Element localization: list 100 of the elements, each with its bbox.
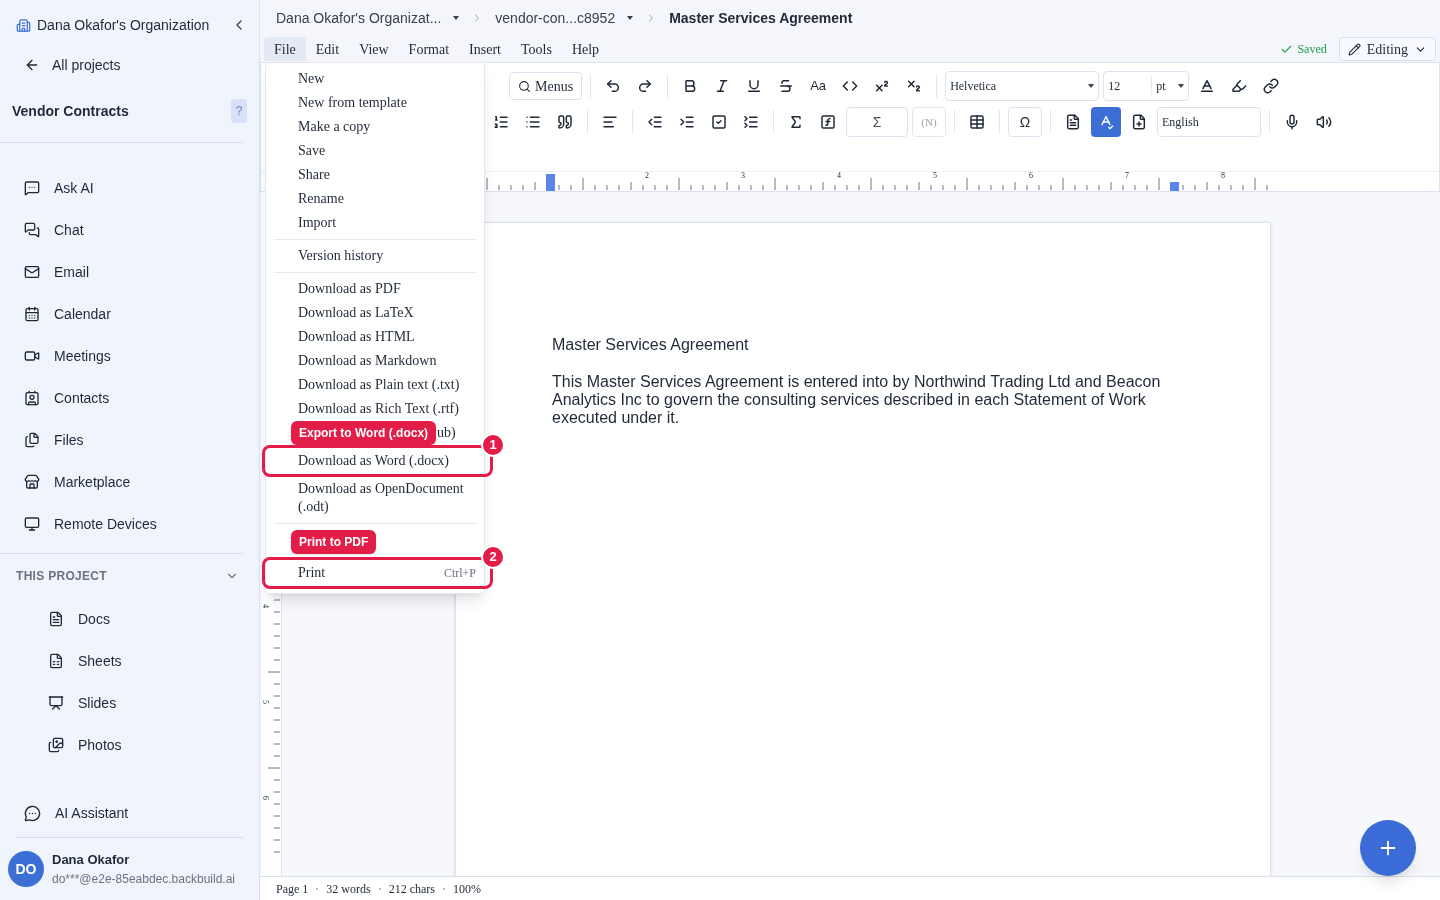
menu-item[interactable]: New [274, 67, 476, 91]
speech-bubble-icon [24, 180, 40, 196]
ruler-label: 4 [837, 172, 841, 180]
sidebar-item[interactable]: Meetings [0, 335, 259, 377]
menu-item[interactable]: Import [274, 211, 476, 235]
ruler-label: 6 [261, 796, 269, 800]
contact-card-icon [24, 390, 40, 406]
menu-item[interactable]: Save [274, 139, 476, 163]
menu-item[interactable]: Download as HTML [274, 325, 476, 349]
sidebar-item[interactable]: Files [0, 419, 259, 461]
document-paragraph: This Master Services Agreement is entered into by Northwind Trading Ltd and Beacon Analytics Inc to govern the consulting services described in each Statement of Work executed under it. [552, 373, 1162, 427]
chat-icon [24, 222, 40, 238]
margin-marker[interactable] [1170, 182, 1179, 191]
caret-icon [453, 16, 460, 20]
ruler-label: 5 [933, 172, 937, 180]
ruler-label: 5 [261, 700, 269, 704]
menu-item[interactable]: Print Ctrl+P [274, 561, 476, 585]
caret-icon [627, 16, 634, 20]
breadcrumb-item[interactable]: Master Services Agreement [669, 7, 853, 29]
user-name: Dana Okafor [52, 851, 131, 870]
sidebar-item[interactable]: Contacts [0, 377, 259, 419]
menu-tab[interactable]: Edit [305, 37, 350, 61]
menu-item[interactable]: Download as Plain text (.txt) [274, 373, 476, 397]
sidebar-item[interactable]: Slides [0, 682, 259, 724]
caret-icon [1178, 84, 1185, 88]
user-avatar: DO [8, 851, 44, 887]
sidebar-item[interactable]: Email [0, 251, 259, 293]
callout-label: Print to PDF [291, 530, 377, 554]
sum-button[interactable]: Σ [846, 107, 908, 137]
step-number: 1 [481, 433, 505, 457]
section-header[interactable]: THIS PROJECT [0, 554, 259, 598]
search-icon [518, 79, 531, 93]
photos-icon [48, 737, 64, 753]
sidebar-item[interactable]: Calendar [0, 293, 259, 335]
sidebar-item[interactable]: Marketplace [0, 461, 259, 503]
menu-tab[interactable]: Insert [459, 37, 511, 61]
monitor-icon [24, 516, 40, 532]
menu-item[interactable]: Download as Markdown [274, 349, 476, 373]
speech-bubble-icon [24, 804, 41, 822]
document-icon [48, 611, 64, 627]
breadcrumb-item[interactable]: vendor-con...c8952 [495, 7, 616, 29]
sidebar-item[interactable]: Docs [0, 598, 259, 640]
menu-item[interactable]: Download as Rich Text (.rtf) [274, 397, 476, 421]
menu-tab[interactable]: File [264, 37, 306, 61]
menu-item[interactable]: Download as Word (.docx) [274, 449, 476, 473]
project-title: Vendor Contracts [12, 101, 129, 121]
store-icon [24, 474, 40, 490]
ruler-label: 4 [261, 604, 269, 608]
menus-button[interactable]: Menus [509, 72, 583, 100]
ruler-label: 3 [741, 172, 745, 180]
menu-tab[interactable]: Tools [510, 37, 562, 61]
ai-assistant-link[interactable]: AI Assistant [0, 793, 259, 833]
sidebar-item[interactable]: Chat [0, 209, 259, 251]
video-camera-icon [24, 348, 40, 364]
mail-icon [24, 264, 40, 280]
menu-tab[interactable]: Help [561, 37, 610, 61]
editing-mode-button[interactable]: Editing [1338, 37, 1436, 61]
shortcut-text: Ctrl+P [443, 565, 476, 582]
menu-item[interactable]: Version history [274, 244, 476, 268]
document-title: Master Services Agreement [552, 335, 750, 355]
menu-item[interactable]: Rename [274, 187, 476, 211]
sidebar-item[interactable]: Remote Devices [0, 503, 259, 545]
sidebar-item[interactable]: Ask AI [0, 167, 259, 209]
margin-marker[interactable] [546, 174, 555, 191]
presentation-icon [48, 695, 64, 711]
files-icon [24, 432, 40, 448]
language-field[interactable]: English [1157, 107, 1261, 137]
status-text: Page 1 [276, 880, 309, 898]
callout-label: Export to Word (.docx) [291, 421, 437, 445]
all-projects-link[interactable]: All projects [0, 50, 259, 80]
menu-item[interactable]: New from template [274, 91, 476, 115]
menu-tab[interactable]: Format [398, 37, 460, 61]
pencil-icon [1347, 42, 1361, 56]
user-email: do***@e2e-85eabdec.backbuild.ai [52, 870, 235, 888]
organization-name: Dana Okafor's Organization [37, 15, 210, 35]
menu-item[interactable]: ub) [437, 424, 456, 442]
step-number: 2 [481, 545, 505, 569]
status-text: 212 chars [388, 880, 435, 898]
menu-item[interactable]: Download as LaTeX [274, 301, 476, 325]
ruler-label: 6 [1029, 172, 1033, 180]
ruler-label: 2 [645, 172, 649, 180]
menu-item[interactable]: Make a copy [274, 115, 476, 139]
caret-icon [1088, 84, 1095, 88]
spellcheck-toggle[interactable] [1091, 107, 1121, 137]
ruler-label: 7 [1125, 172, 1129, 180]
building-icon [16, 17, 31, 33]
special-character-button[interactable]: Ω [1008, 107, 1042, 137]
menu-item[interactable]: Download as PDF [274, 277, 476, 301]
font-select[interactable]: Helvetica [945, 71, 1100, 101]
sidebar-item[interactable]: Sheets [0, 640, 259, 682]
menu-item[interactable]: Download as OpenDocument (.odt) [274, 477, 476, 519]
calendar-icon [24, 306, 40, 322]
status-text: 32 words [326, 880, 371, 898]
breadcrumb-item[interactable]: Dana Okafor's Organizat... [276, 7, 442, 29]
menu-tab[interactable]: View [349, 37, 399, 61]
sidebar-item[interactable]: Photos [0, 724, 259, 766]
change-case-button[interactable]: Aa [804, 72, 833, 100]
ruler-label: 8 [1221, 172, 1225, 180]
font-size-field[interactable]: 12 pt [1103, 71, 1190, 101]
menu-item[interactable]: Share [274, 163, 476, 187]
